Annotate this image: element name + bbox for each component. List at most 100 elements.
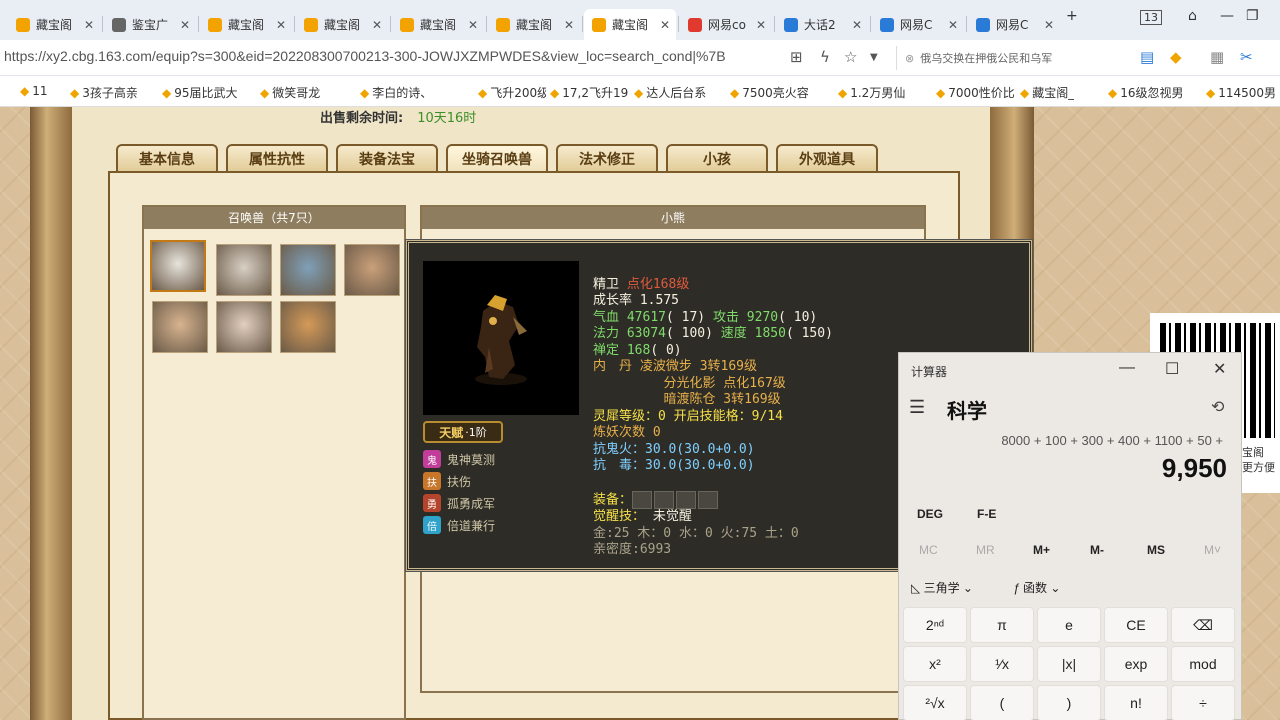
close-icon[interactable]: ✕ <box>1042 18 1056 32</box>
tab-separator <box>678 16 679 32</box>
browser-tab[interactable]: 网易C ✕ <box>968 9 1060 40</box>
window-restore-icon[interactable]: ❐ <box>1246 8 1259 24</box>
grid-icon[interactable]: ▦ <box>1210 48 1224 66</box>
browser-tab[interactable]: 鉴宝广 ✕ <box>104 9 196 40</box>
browser-tab[interactable]: 网易co ✕ <box>680 9 772 40</box>
talent-skill[interactable]: 勇孤勇成军 <box>423 493 495 513</box>
refresh-list-icon[interactable]: ⊞ <box>790 48 803 66</box>
bookmark-item[interactable]: ◆ 李白的诗、 <box>360 84 432 101</box>
star-icon[interactable]: ☆ <box>844 48 857 66</box>
summon-avatar[interactable] <box>280 301 336 353</box>
summon-avatar[interactable] <box>216 244 272 296</box>
function-dropdown[interactable]: ƒ 函数 ⌄ <box>1013 579 1060 596</box>
summon-avatar[interactable] <box>152 301 208 353</box>
calc-key[interactable]: e <box>1037 607 1101 643</box>
memory-button[interactable]: M- <box>1090 543 1104 557</box>
talent-skill[interactable]: 倍倍道兼行 <box>423 515 495 535</box>
bookmark-item[interactable]: ◆ 飞升200级 <box>478 84 546 101</box>
summon-avatar[interactable] <box>150 240 206 292</box>
bookmark-item[interactable]: ◆ 95届比武大 <box>162 84 238 101</box>
memory-button[interactable]: M+ <box>1033 543 1050 557</box>
maximize-button[interactable]: ☐ <box>1165 359 1179 379</box>
close-icon[interactable]: ✕ <box>370 18 384 32</box>
minimize-button[interactable]: — <box>1119 359 1135 377</box>
calc-key[interactable]: 2ⁿᵈ <box>903 607 967 643</box>
skin-icon[interactable]: ⌂ <box>1188 8 1197 24</box>
flash-icon[interactable]: ϟ <box>820 48 830 66</box>
bookmark-item[interactable]: ◆ 微笑哥龙 <box>260 84 320 101</box>
extension-icon[interactable]: ◆ <box>1170 48 1182 66</box>
page-tab[interactable]: 装备法宝 <box>336 144 438 171</box>
bookmark-item[interactable]: ◆ 7000性价比 <box>936 84 1015 101</box>
browser-tab[interactable]: 藏宝阁 ✕ <box>296 9 388 40</box>
bookmark-item[interactable]: ◆ 藏宝阁_ <box>1020 84 1074 101</box>
equip-slot <box>654 491 675 509</box>
close-icon[interactable]: ✕ <box>754 18 768 32</box>
bookmark-item[interactable]: ◆ 3孩子高亲 <box>70 84 138 101</box>
close-icon[interactable]: ✕ <box>178 18 192 32</box>
menu-icon[interactable]: ☰ <box>909 397 925 418</box>
deg-button[interactable]: DEG <box>917 507 943 521</box>
close-button[interactable]: ✕ <box>1213 359 1226 379</box>
bookmark-item[interactable]: ◆ 1.2万男仙 <box>838 84 905 101</box>
browser-tab[interactable]: 藏宝阁 ✕ <box>8 9 100 40</box>
close-icon[interactable]: ✕ <box>466 18 480 32</box>
bookmark-label: 95届比武大 <box>174 86 238 100</box>
bookmark-item[interactable]: ◆ 17,2飞升19 <box>550 84 628 101</box>
browser-tab[interactable]: 藏宝阁 ✕ <box>584 9 676 40</box>
calc-key[interactable]: ⌫ <box>1171 607 1235 643</box>
calc-key[interactable]: CE <box>1104 607 1168 643</box>
calc-key[interactable]: ( <box>970 685 1034 720</box>
bookmark-item[interactable]: ◆ 16级忽视男 <box>1108 84 1184 101</box>
trig-dropdown[interactable]: ◺ 三角学 ⌄ <box>911 579 973 596</box>
calc-key[interactable]: x² <box>903 646 967 682</box>
window-minimize-icon[interactable]: — <box>1220 8 1234 24</box>
bookmark-item[interactable]: ◆ 114500男 <box>1206 84 1276 101</box>
page-tab[interactable]: 小孩 <box>666 144 768 171</box>
page-tab[interactable]: 属性抗性 <box>226 144 328 171</box>
close-icon[interactable]: ✕ <box>274 18 288 32</box>
calc-key[interactable]: |x| <box>1037 646 1101 682</box>
summon-avatar[interactable] <box>216 301 272 353</box>
close-icon[interactable]: ✕ <box>850 18 864 32</box>
page-tab[interactable]: 法术修正 <box>556 144 658 171</box>
calc-key[interactable]: ) <box>1037 685 1101 720</box>
browser-tab[interactable]: 大话2 ✕ <box>776 9 868 40</box>
page-tab[interactable]: 基本信息 <box>116 144 218 171</box>
calc-key[interactable]: ²√x <box>903 685 967 720</box>
summon-avatar[interactable] <box>280 244 336 296</box>
browser-tab[interactable]: 藏宝阁 ✕ <box>392 9 484 40</box>
calc-key[interactable]: ¹⁄x <box>970 646 1034 682</box>
new-tab-icon[interactable]: + <box>1066 8 1078 24</box>
bookmark-item[interactable]: ◆ 达人后台系 <box>634 84 706 101</box>
skill-icon: 扶 <box>423 472 441 490</box>
summon-avatar[interactable] <box>344 244 400 296</box>
scissors-icon[interactable]: ✂ <box>1240 48 1253 66</box>
calc-key[interactable]: exp <box>1104 646 1168 682</box>
url-field[interactable]: https://xy2.cbg.163.com/equip?s=300&eid=… <box>4 48 784 64</box>
close-icon[interactable]: ✕ <box>562 18 576 32</box>
page-tab[interactable]: 外观道具 <box>776 144 878 171</box>
equip-slot <box>676 491 697 509</box>
memory-button[interactable]: MS <box>1147 543 1165 557</box>
bookmark-item[interactable]: ◆ 11 <box>20 84 48 98</box>
browser-tab[interactable]: 藏宝阁 ✕ <box>488 9 580 40</box>
talent-skill[interactable]: 扶扶伤 <box>423 471 471 491</box>
bookmark-manager-icon[interactable]: ▤ <box>1140 48 1154 66</box>
calc-key[interactable]: mod <box>1171 646 1235 682</box>
browser-tab[interactable]: 网易C ✕ <box>872 9 964 40</box>
close-icon[interactable]: ✕ <box>658 18 672 32</box>
calc-key[interactable]: n! <box>1104 685 1168 720</box>
calc-key[interactable]: ÷ <box>1171 685 1235 720</box>
close-icon[interactable]: ✕ <box>82 18 96 32</box>
browser-tab[interactable]: 藏宝阁 ✕ <box>200 9 292 40</box>
close-icon[interactable]: ✕ <box>946 18 960 32</box>
calc-key[interactable]: π <box>970 607 1034 643</box>
page-tab[interactable]: 坐骑召唤兽 <box>446 144 548 171</box>
tab-counter[interactable]: 13 <box>1140 10 1162 25</box>
bookmark-item[interactable]: ◆ 7500亮火容 <box>730 84 809 101</box>
chevron-down-icon[interactable]: ▼ <box>870 52 878 63</box>
history-icon[interactable]: ⟲ <box>1211 397 1224 417</box>
fe-button[interactable]: F-E <box>977 507 996 521</box>
talent-skill[interactable]: 鬼鬼神莫测 <box>423 449 495 469</box>
